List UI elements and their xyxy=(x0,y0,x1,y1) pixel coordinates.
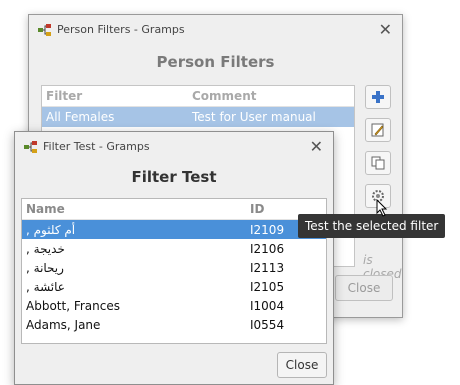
list-item[interactable]: أم كلثوم , I2109 xyxy=(22,220,326,239)
person-name: Abbott, Frances xyxy=(26,299,120,313)
column-header-name[interactable]: Name xyxy=(22,199,246,219)
person-filters-titlebar: Person Filters - Gramps ✕ xyxy=(29,15,402,45)
filter-test-window: Filter Test - Gramps ✕ Filter Test Name … xyxy=(14,131,334,385)
copy-icon xyxy=(371,156,385,170)
edit-filter-button[interactable] xyxy=(365,118,391,142)
person-name: Adams, Jane xyxy=(26,318,101,332)
person-id: I2113 xyxy=(250,261,285,275)
mouse-pointer-icon xyxy=(376,199,388,217)
result-list-header: Name ID xyxy=(22,199,326,220)
column-header-comment[interactable]: Comment xyxy=(188,86,256,106)
person-name: عائشة , xyxy=(26,280,65,294)
column-header-filter[interactable]: Filter xyxy=(42,86,188,106)
person-name: أم كلثوم , xyxy=(26,223,76,237)
close-icon[interactable]: ✕ xyxy=(379,20,392,39)
list-item[interactable]: Adams, Jane I0554 xyxy=(22,315,326,334)
filter-comment: Test for User manual xyxy=(192,110,316,124)
filter-test-title: Filter Test - Gramps xyxy=(43,140,150,153)
gramps-app-icon xyxy=(24,141,37,153)
add-icon xyxy=(372,91,384,103)
person-id: I0554 xyxy=(250,318,285,332)
list-item[interactable]: عائشة , I2105 xyxy=(22,277,326,296)
filter-name: All Females xyxy=(46,110,115,124)
tooltip: Test the selected filter xyxy=(298,214,446,238)
filter-test-heading: Filter Test xyxy=(131,168,217,186)
close-button[interactable]: Close xyxy=(277,352,327,378)
person-name: ريحانة , xyxy=(26,261,64,275)
filter-row[interactable]: All Females Test for User manual xyxy=(42,107,354,127)
person-id: I2109 xyxy=(250,223,285,237)
person-id: I2105 xyxy=(250,280,285,294)
list-item[interactable]: Abbott, Frances I1004 xyxy=(22,296,326,315)
edit-icon xyxy=(371,123,384,137)
person-filters-heading: Person Filters xyxy=(156,53,275,71)
add-filter-button[interactable] xyxy=(365,85,391,109)
list-item[interactable]: ريحانة , I2113 xyxy=(22,258,326,277)
copy-filter-button[interactable] xyxy=(365,151,391,175)
person-name: خديجة , xyxy=(26,242,65,256)
column-header-id[interactable]: ID xyxy=(246,199,264,219)
close-icon[interactable]: ✕ xyxy=(310,137,323,156)
back-close-button[interactable]: Close xyxy=(335,275,393,301)
gramps-app-icon xyxy=(38,24,51,36)
filter-test-titlebar: Filter Test - Gramps ✕ xyxy=(15,132,333,162)
person-id: I2106 xyxy=(250,242,285,256)
filter-list-header: Filter Comment xyxy=(42,86,354,107)
list-item[interactable]: خديجة , I2106 xyxy=(22,239,326,258)
result-list: Name ID أم كلثوم , I2109 خديجة , I2106 ر… xyxy=(21,198,327,344)
person-filters-title: Person Filters - Gramps xyxy=(57,23,185,36)
person-id: I1004 xyxy=(250,299,285,313)
